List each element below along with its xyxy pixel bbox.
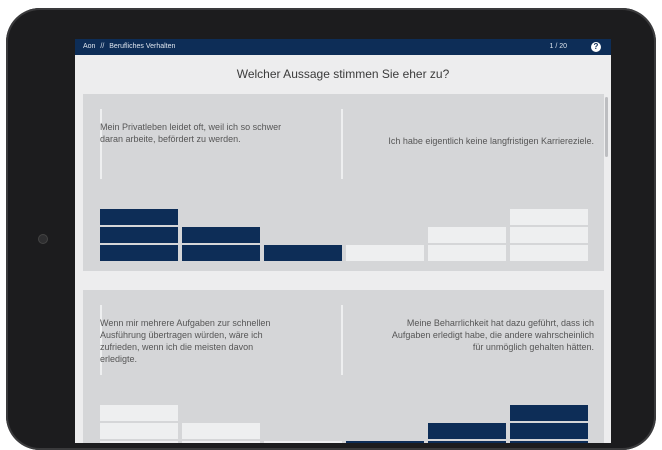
scale-bar-block [428, 441, 506, 443]
left-statement: Mein Privatleben leidet oft, weil ich so… [100, 122, 282, 144]
question-title: Welcher Aussage stimmen Sie eher zu? [236, 67, 450, 81]
scale-bar-block [182, 245, 260, 261]
progress-indicator: 1 / 20 [549, 43, 567, 50]
scale-bar-block [100, 209, 178, 225]
scale-bar-block [510, 209, 588, 225]
scale-bar-block [100, 245, 178, 261]
scrollbar[interactable] [605, 97, 608, 157]
scale-bar-block [264, 441, 342, 443]
divider-center [341, 305, 343, 375]
scale-bar-block [510, 405, 588, 421]
breadcrumb: Aon // Berufliches Verhalten [83, 43, 178, 50]
scale-bar-block [100, 405, 178, 421]
scale-bar-block [346, 441, 424, 443]
statement-pair-1: Mein Privatleben leidet oft, weil ich so… [83, 94, 604, 271]
scale-bar-block [428, 227, 506, 243]
scale-bar-block [264, 245, 342, 261]
scale-bar-block [100, 423, 178, 439]
scale-bar-block [510, 245, 588, 261]
tablet-frame: Aon // Berufliches Verhalten 1 / 20 ? We… [6, 8, 656, 450]
top-bar: Aon // Berufliches Verhalten 1 / 20 ? [75, 39, 611, 55]
scale-bar-block [100, 441, 178, 443]
question-circle-icon[interactable]: ? [591, 42, 601, 52]
scale-bar-block [510, 423, 588, 439]
right-statement: Ich habe eigentlich keine langfristigen … [388, 136, 594, 146]
divider-center [341, 109, 343, 179]
scale-bar-block [182, 227, 260, 243]
right-statement: Meine Beharrlichkeit hat dazu geführt, d… [391, 318, 594, 352]
breadcrumb-section: Berufliches Verhalten [109, 43, 176, 50]
scale-bar-block [182, 441, 260, 443]
question-list[interactable]: Mein Privatleben leidet oft, weil ich so… [75, 94, 611, 443]
scale-bar-block [510, 441, 588, 443]
breadcrumb-root[interactable]: Aon [83, 43, 95, 50]
scale-bar-block [510, 227, 588, 243]
scale-bar-block [100, 227, 178, 243]
scale-bar-block [428, 423, 506, 439]
statement-pair-2: Wenn mir mehrere Aufgaben zur schnellen … [83, 290, 604, 443]
scale-bar-block [428, 245, 506, 261]
breadcrumb-separator: // [100, 43, 105, 50]
app-screen: Aon // Berufliches Verhalten 1 / 20 ? We… [75, 39, 611, 443]
home-button[interactable] [38, 234, 48, 244]
scale-bar-block [182, 423, 260, 439]
left-statement: Wenn mir mehrere Aufgaben zur schnellen … [100, 318, 271, 364]
scale-bar-block [346, 245, 424, 261]
